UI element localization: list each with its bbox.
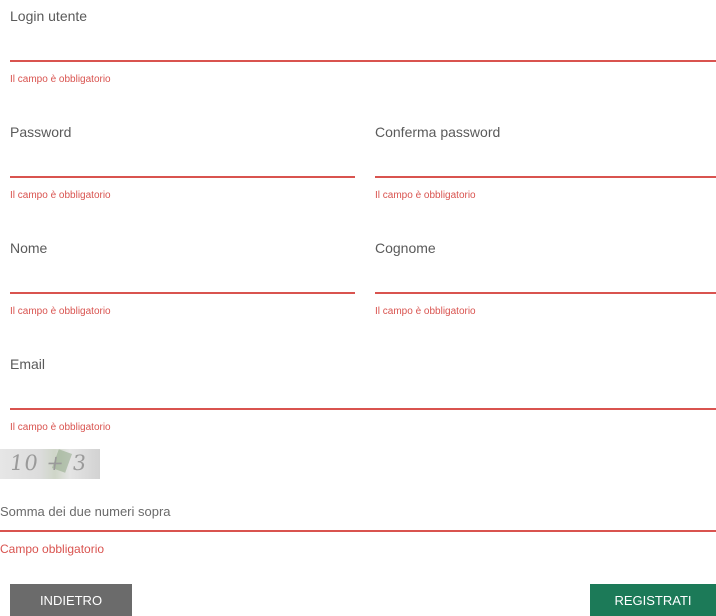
captcha-image-text: 10 + 3 bbox=[8, 451, 89, 475]
cognome-field-group: Cognome Il campo è obbligatorio bbox=[375, 240, 716, 320]
email-label: Email bbox=[10, 356, 46, 372]
cognome-label: Cognome bbox=[375, 240, 436, 256]
confirm-password-input[interactable] bbox=[375, 150, 716, 178]
captcha-field-group: Somma dei due numeri sopra Campo obbliga… bbox=[0, 504, 716, 564]
captcha-error: Campo obbligatorio bbox=[0, 542, 105, 556]
nome-input[interactable] bbox=[10, 266, 355, 294]
password-input[interactable] bbox=[10, 150, 355, 178]
confirm-password-field-group: Conferma password Il campo è obbligatori… bbox=[375, 124, 716, 204]
password-label: Password bbox=[10, 124, 72, 140]
register-button[interactable]: REGISTRATI bbox=[590, 584, 716, 616]
captcha-image: 10 + 3 bbox=[0, 449, 100, 479]
cognome-input[interactable] bbox=[375, 266, 716, 294]
password-field-group: Password Il campo è obbligatorio bbox=[10, 124, 355, 204]
confirm-password-error: Il campo è obbligatorio bbox=[375, 190, 476, 201]
login-error: Il campo è obbligatorio bbox=[10, 74, 111, 85]
email-field-group: Email Il campo è obbligatorio bbox=[10, 356, 716, 436]
cognome-error: Il campo è obbligatorio bbox=[375, 306, 476, 317]
login-label: Login utente bbox=[10, 8, 88, 24]
nome-field-group: Nome Il campo è obbligatorio bbox=[10, 240, 355, 320]
captcha-label: Somma dei due numeri sopra bbox=[0, 504, 171, 519]
login-field-group: Login utente Il campo è obbligatorio bbox=[10, 8, 716, 88]
password-error: Il campo è obbligatorio bbox=[10, 190, 111, 201]
back-button[interactable]: INDIETRO bbox=[10, 584, 132, 616]
login-input[interactable] bbox=[10, 34, 716, 62]
email-error: Il campo è obbligatorio bbox=[10, 422, 111, 433]
captcha-input[interactable] bbox=[0, 522, 716, 532]
nome-error: Il campo è obbligatorio bbox=[10, 306, 111, 317]
email-input[interactable] bbox=[10, 382, 716, 410]
nome-label: Nome bbox=[10, 240, 48, 256]
confirm-password-label: Conferma password bbox=[375, 124, 501, 140]
